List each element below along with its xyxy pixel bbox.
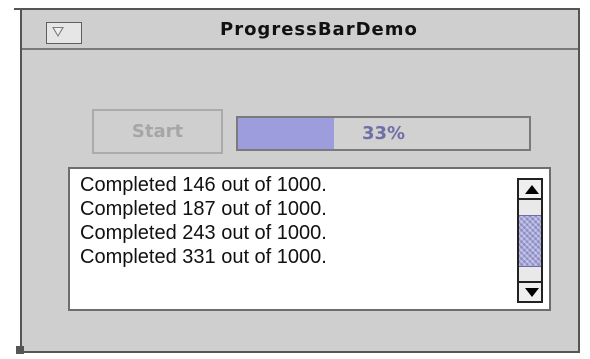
- title-bar-ornament: [14, 8, 26, 10]
- scroll-down-button[interactable]: [517, 281, 543, 303]
- arrow-down-icon: [525, 288, 539, 297]
- log-line: Completed 146 out of 1000.: [80, 174, 327, 196]
- start-button[interactable]: Start: [92, 109, 223, 154]
- log-lines: Completed 146 out of 1000. Completed 187…: [80, 173, 495, 309]
- arrow-up-icon: [525, 185, 539, 194]
- title-bar[interactable]: ProgressBarDemo: [14, 8, 578, 50]
- collapse-button[interactable]: [46, 22, 82, 44]
- scroll-track[interactable]: [517, 200, 543, 281]
- scroll-up-button[interactable]: [517, 178, 543, 200]
- log-line: Completed 243 out of 1000.: [80, 222, 327, 244]
- scroll-thumb[interactable]: [519, 215, 541, 267]
- window-frame: ProgressBarDemo Start 33% Completed 146 …: [14, 8, 580, 353]
- vertical-scrollbar[interactable]: [517, 178, 543, 303]
- log-line: Completed 187 out of 1000.: [80, 198, 327, 220]
- app-window: ProgressBarDemo Start 33% Completed 146 …: [0, 0, 590, 359]
- collapse-triangle-icon: [52, 27, 64, 37]
- progress-label: 33%: [361, 123, 406, 144]
- log-text-area[interactable]: Completed 146 out of 1000. Completed 187…: [68, 167, 551, 311]
- window-title: ProgressBarDemo: [220, 19, 418, 40]
- progress-bar: 33%: [236, 116, 531, 151]
- window-corner-ornament: [16, 346, 24, 354]
- log-line: Completed 331 out of 1000.: [80, 246, 327, 268]
